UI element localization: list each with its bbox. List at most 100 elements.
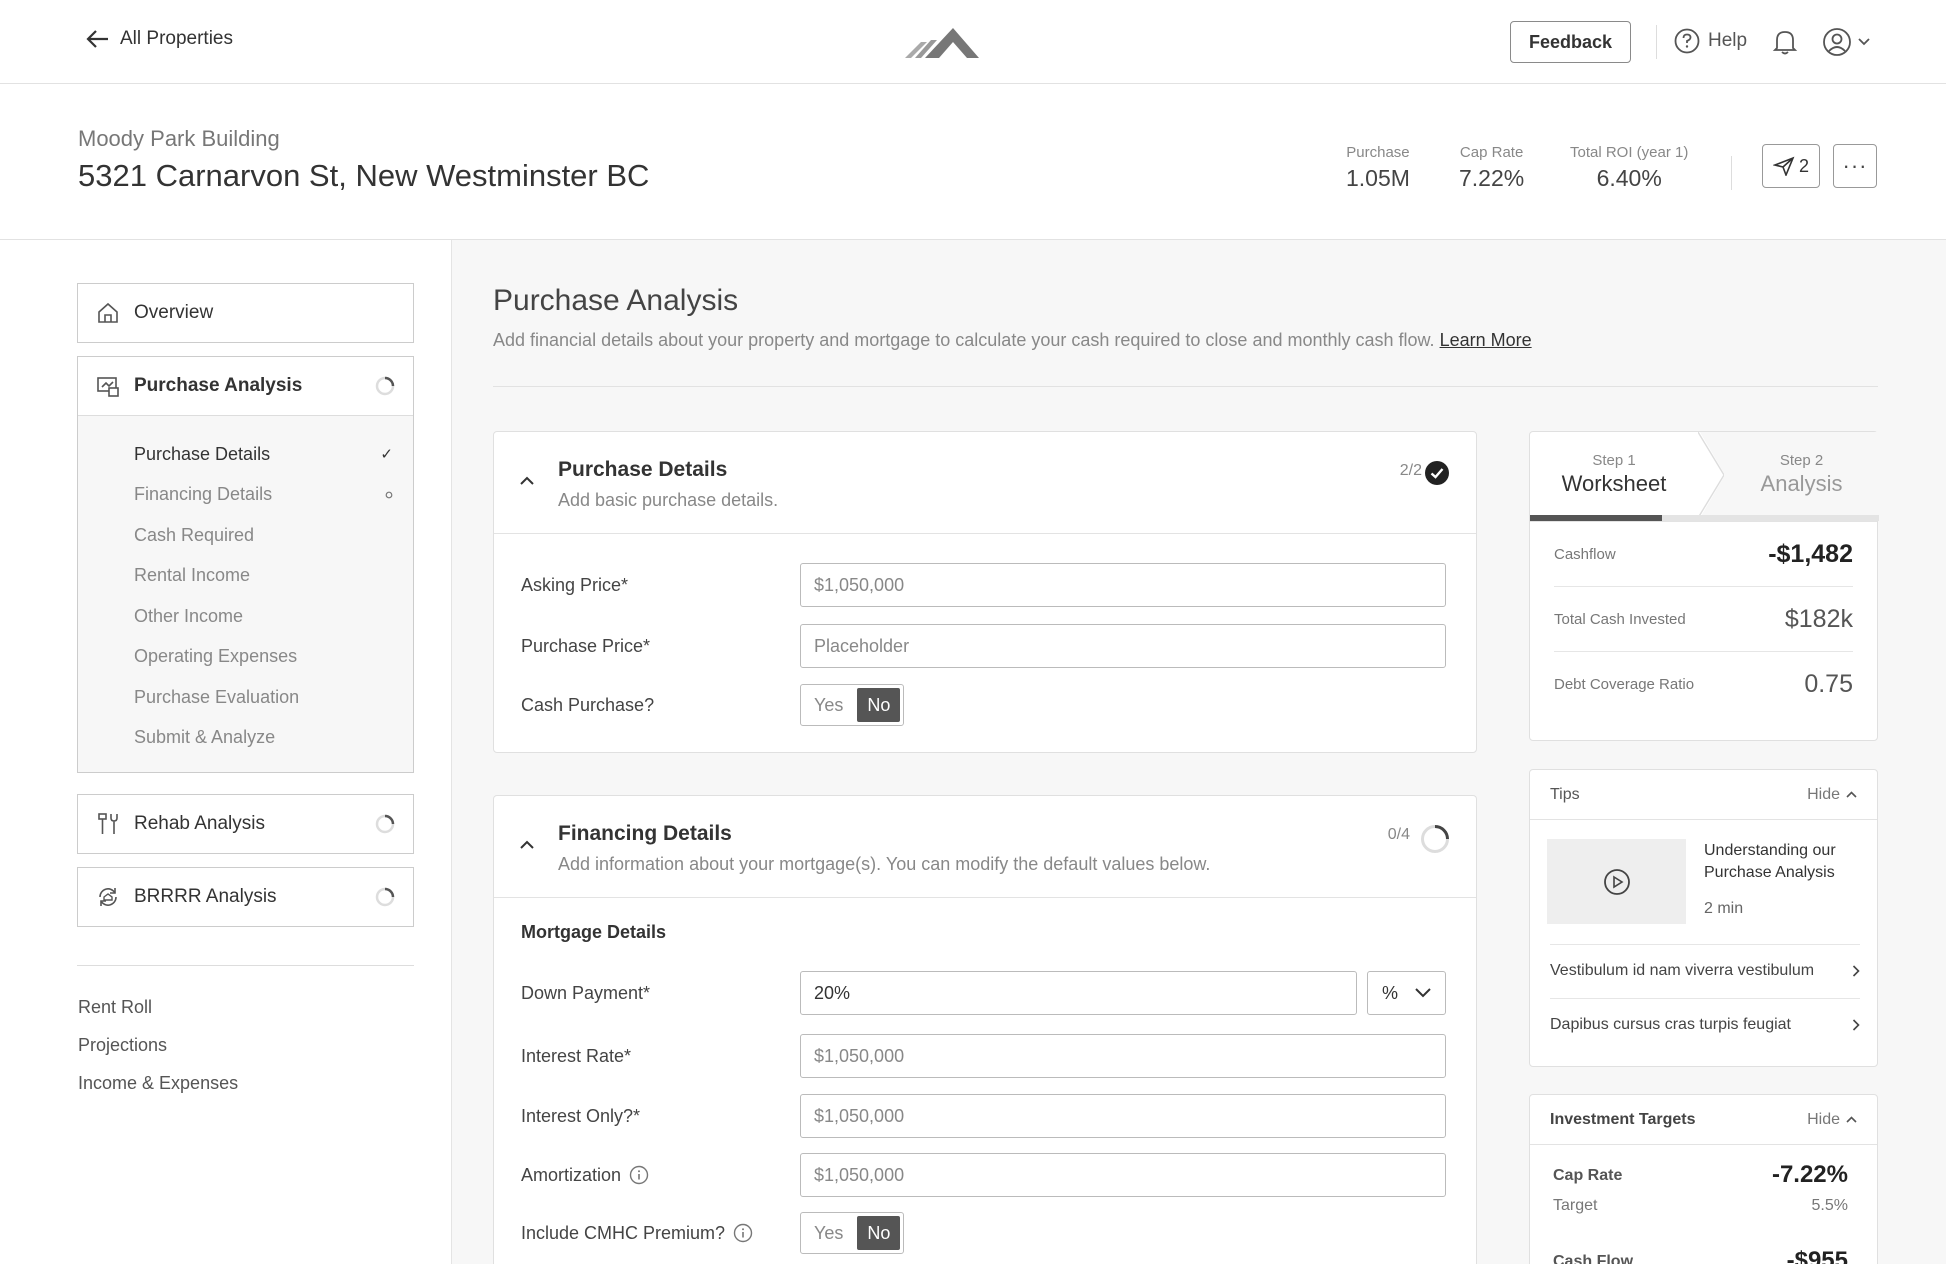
interest-only-row: Interest Only?* $1,050,000 [521,1094,1446,1138]
metric-label: Total Cash Invested [1554,610,1686,628]
cmhc-premium-row: Include CMHC Premium? Yes No [521,1212,905,1254]
select-value: % [1382,982,1399,1003]
down-payment-input[interactable]: 20% [800,971,1357,1015]
send-icon [1772,156,1795,176]
video-thumbnail[interactable] [1547,839,1686,924]
info-icon[interactable] [629,1165,649,1185]
financing-details-section: Financing Details Add information about … [493,795,1477,1264]
hide-label: Hide [1807,1110,1840,1128]
subnav-rental-income[interactable]: Rental Income [78,556,413,597]
amortization-row: Amortization $1,050,000 [521,1153,1446,1197]
metric-label: Cashflow [1554,545,1616,563]
sidebar-item-rehab-analysis[interactable]: Rehab Analysis [77,794,414,854]
tip-link[interactable]: Vestibulum id nam viverra vestibulum [1550,944,1860,996]
metric-total-cash-invested: Total Cash Invested $182k [1554,587,1853,652]
subnav-cash-required[interactable]: Cash Required [78,515,413,556]
down-payment-unit-select[interactable]: % [1367,971,1446,1015]
video-duration: 2 min [1704,900,1744,917]
target-cap-rate-value: -7.22% [1771,1161,1848,1188]
toggle-no[interactable]: No [857,1216,901,1250]
back-to-properties-link[interactable]: All Properties [86,28,233,50]
targets-hide-button[interactable]: Hide [1807,1111,1857,1129]
interest-rate-input[interactable]: $1,050,000 [800,1034,1446,1078]
learn-more-link[interactable]: Learn More [1440,330,1532,350]
chevron-up-icon[interactable] [520,840,534,849]
cash-purchase-toggle[interactable]: Yes No [800,684,905,726]
property-name: Moody Park Building [78,126,280,151]
metric-debt-coverage-ratio: Debt Coverage Ratio 0.75 [1554,652,1853,717]
metric-value: 0.75 [1804,670,1853,698]
subnav-operating-expenses[interactable]: Operating Expenses [78,637,413,678]
bell-icon[interactable] [1772,28,1798,56]
subnav-financing-details[interactable]: Financing Details [78,475,413,516]
metric-cashflow: Cashflow -$1,482 [1554,522,1853,587]
chevron-up-icon [1846,791,1857,798]
section-subtitle: Add basic purchase details. [558,490,779,510]
help-label: Help [1708,30,1748,51]
chevron-up-icon[interactable] [520,476,534,485]
user-menu[interactable] [1822,27,1870,57]
step-progress-fill [1530,515,1662,521]
subnav-label: Financing Details [134,484,273,505]
hide-label: Hide [1807,785,1840,803]
sidebar-item-overview[interactable]: Overview [77,283,414,343]
home-icon [98,302,118,323]
tab-analysis[interactable]: Step 2 Analysis [1724,432,1879,518]
sidebar-link-rent-roll[interactable]: Rent Roll [78,997,152,1018]
chevron-up-icon [1846,1116,1857,1123]
top-nav: All Properties Feedback Help [0,0,1946,84]
tab-worksheet[interactable]: Step 1 Worksheet [1530,432,1698,518]
purchase-details-header[interactable]: Purchase Details Add basic purchase deta… [494,432,1476,534]
interest-only-input[interactable]: $1,050,000 [800,1094,1446,1138]
sidebar-item-purchase-analysis[interactable]: Purchase Analysis [78,357,413,415]
purchase-price-row: Purchase Price* Placeholder [521,624,1446,668]
sidebar-link-projections[interactable]: Projections [78,1035,167,1056]
tip-link-label: Dapibus cursus cras turpis feugiat [1550,1015,1791,1033]
purchase-analysis-sublist: Purchase Details ✓ Financing Details Cas… [78,415,413,772]
subnav-purchase-details[interactable]: Purchase Details ✓ [78,434,413,475]
property-header: Moody Park Building 5321 Carnarvon St, N… [0,84,1946,240]
tips-hide-button[interactable]: Hide [1807,786,1857,804]
progress-spinner-icon [375,376,395,396]
sidebar-link-income-expenses[interactable]: Income & Expenses [78,1073,238,1094]
subnav-submit-analyze[interactable]: Submit & Analyze [78,718,413,759]
sidebar-item-brrrr-analysis[interactable]: BRRRR Analysis [77,867,414,927]
metric-value: -$1,482 [1768,539,1853,568]
tip-link[interactable]: Dapibus cursus cras turpis feugiat [1550,998,1860,1050]
sidebar-item-label: BRRRR Analysis [134,886,277,907]
purchase-price-input[interactable]: Placeholder [800,624,1446,668]
field-label: Interest Rate* [521,1045,632,1066]
step-number: Step 2 [1779,452,1824,469]
field-label: Down Payment* [521,982,651,1003]
asking-price-input[interactable]: $1,050,000 [800,563,1446,607]
amortization-input[interactable]: $1,050,000 [800,1153,1446,1197]
cash-purchase-row: Cash Purchase? Yes No [521,684,905,726]
more-dots-icon: ··· [1842,153,1868,178]
field-label: Include CMHC Premium? [521,1222,726,1243]
stat-total-roi: Total ROI (year 1) 6.40% [1570,144,1688,192]
tips-header: Tips Hide [1530,770,1877,820]
share-button[interactable]: 2 [1762,144,1820,188]
toggle-yes[interactable]: Yes [804,688,853,722]
video-title[interactable]: Understanding our Purchase Analysis [1704,840,1864,884]
toggle-no[interactable]: No [857,688,901,722]
target-cap-rate-label: Cap Rate [1553,1167,1623,1184]
header-divider [1731,156,1732,190]
stat-purchase: Purchase 1.05M [1346,144,1410,192]
target-value: 5.5% [1811,1197,1848,1214]
feedback-button[interactable]: Feedback [1510,21,1631,63]
down-payment-row: Down Payment* 20% % [521,971,1446,1015]
card-title: Tips [1550,785,1580,803]
title-divider [493,386,1878,387]
toggle-yes[interactable]: Yes [804,1216,853,1250]
financing-details-header[interactable]: Financing Details Add information about … [494,796,1476,898]
subnav-label: Cash Required [134,524,255,545]
cmhc-premium-toggle[interactable]: Yes No [800,1212,905,1254]
summary-card: Step 1 Worksheet Step 2 Analysis Cashflo… [1529,431,1879,741]
tools-icon [98,813,118,834]
subnav-purchase-evaluation[interactable]: Purchase Evaluation [78,677,413,718]
more-options-button[interactable]: ··· [1833,144,1877,188]
info-icon[interactable] [733,1223,753,1243]
help-link[interactable]: Help [1674,28,1747,54]
subnav-other-income[interactable]: Other Income [78,596,413,637]
